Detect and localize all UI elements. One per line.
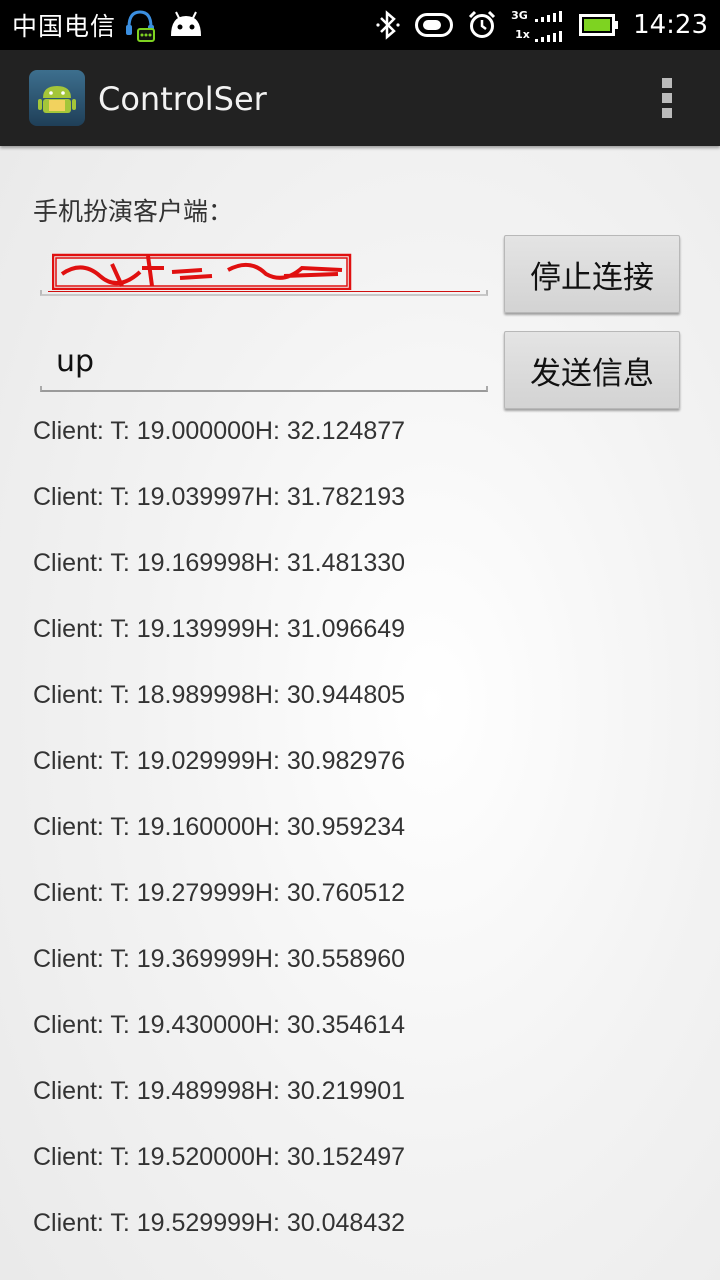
- overflow-menu-icon[interactable]: [660, 78, 674, 122]
- log-line: Client: T: 19.029999H: 30.982976: [33, 747, 406, 775]
- log-line: Client: T: 19.139999H: 31.096649: [33, 615, 406, 643]
- battery-icon: [579, 14, 619, 36]
- toggle-icon: [415, 13, 454, 37]
- log-line: Client: T: 19.039997H: 31.782193: [33, 483, 406, 511]
- bluetooth-icon: [375, 10, 401, 40]
- log-line: Client: T: 19.529999H: 30.048432: [33, 1209, 406, 1237]
- log-line: Client: T: 19.000000H: 32.124877: [33, 417, 406, 445]
- action-bar: ControlSer: [0, 50, 720, 146]
- log-line: Client: T: 19.279999H: 30.760512: [33, 879, 406, 907]
- field-underline: [40, 386, 488, 392]
- app-title: ControlSer: [98, 80, 267, 118]
- server-address-field[interactable]: [40, 240, 488, 296]
- stop-connection-button[interactable]: 停止连接: [504, 235, 680, 313]
- send-message-button[interactable]: 发送信息: [504, 331, 680, 409]
- clock: 14:23: [633, 10, 708, 40]
- log-line: Client: T: 19.489998H: 30.219901: [33, 1077, 406, 1105]
- log-line: Client: T: 18.989998H: 30.944805: [33, 681, 406, 709]
- android-app-icon[interactable]: [29, 70, 85, 126]
- headset-icon: [124, 7, 156, 43]
- alarm-icon: [467, 10, 497, 40]
- message-field[interactable]: [40, 336, 488, 392]
- android-icon: [168, 10, 204, 40]
- message-input[interactable]: [40, 336, 488, 386]
- redaction-mark-icon: [52, 253, 352, 290]
- log-line: Client: T: 19.430000H: 30.354614: [33, 1011, 406, 1039]
- message-log: Client: T: 19.000000H: 32.124877 Client:…: [33, 414, 405, 1272]
- log-line: Client: T: 19.520000H: 30.152497: [33, 1143, 406, 1171]
- signal-icon: 3G 1x: [511, 7, 565, 43]
- log-line: Client: T: 19.169998H: 31.481330: [33, 549, 406, 577]
- log-line: Client: T: 19.160000H: 30.959234: [33, 813, 406, 841]
- log-line: Client: T: 19.369999H: 30.558960: [33, 945, 406, 973]
- carrier-name: 中国电信: [12, 12, 117, 41]
- status-bar: 中国电信 3G 1x 14:23: [0, 0, 720, 50]
- field-underline: [40, 290, 488, 296]
- client-mode-label: 手机扮演客户端：: [33, 197, 234, 226]
